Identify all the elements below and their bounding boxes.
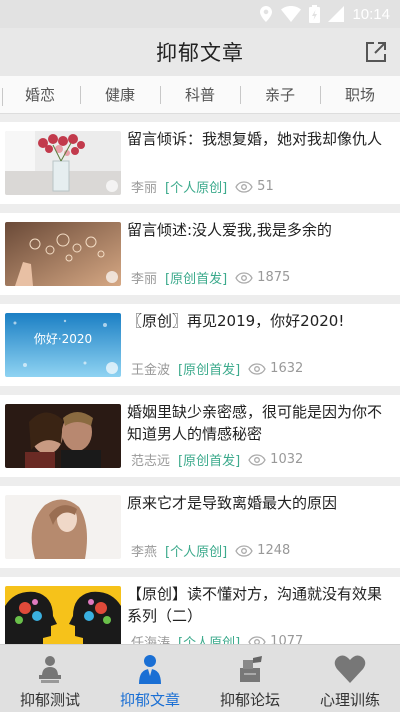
article-views: 1248 <box>235 543 290 558</box>
article-thumbnail <box>5 131 121 195</box>
flower-vase-image <box>5 131 121 195</box>
article-item[interactable]: 原来它才是导致离婚最大的原因 李燕 [个人原创] 1248 <box>0 486 400 568</box>
heads-gears-image <box>5 586 121 650</box>
article-thumbnail <box>5 222 121 286</box>
favorite-heart-icon <box>106 180 118 192</box>
thumbnail-caption: 你好·2020 <box>34 332 92 346</box>
article-thumbnail <box>5 495 121 559</box>
bottom-nav: 抑郁测试 抑郁文章 抑郁论坛 心理训练 <box>0 644 400 712</box>
article-title: 【原创】读不懂对方，沟通就没有效果系列（二） <box>127 585 383 625</box>
eye-icon <box>235 544 253 557</box>
article-item[interactable]: 留言倾述:没人爱我,我是多余的 李丽 [原创首发] 1875 <box>0 213 400 295</box>
article-meta: 范志远 [原创首发] 1032 <box>131 450 303 469</box>
favorite-heart-icon <box>106 271 118 283</box>
article-author: 范志远 <box>131 454 171 469</box>
nav-psych-training[interactable]: 心理训练 <box>300 645 400 712</box>
article-tag: [原创首发] <box>165 272 228 287</box>
article-author: 李丽 <box>131 272 158 287</box>
nav-label: 抑郁测试 <box>19 691 80 709</box>
view-count: 1875 <box>257 270 291 285</box>
article-person-icon <box>133 653 167 685</box>
tab-parenting[interactable]: 亲子 <box>240 84 320 106</box>
favorite-heart-icon <box>106 362 118 374</box>
article-tag: [原创首发] <box>178 363 241 378</box>
nav-depression-articles[interactable]: 抑郁文章 <box>100 645 200 712</box>
couple-image <box>5 404 121 468</box>
signal-icon <box>328 6 345 22</box>
title-bar: 抑郁文章 <box>0 28 400 76</box>
article-views: 51 <box>235 179 274 194</box>
location-icon <box>260 6 273 22</box>
eye-icon <box>248 362 266 375</box>
status-bar: 10:14 <box>0 0 400 28</box>
article-item[interactable]: 你好·2020 〖原创〗再见2019，你好2020! 王金波 [原创首发] 16… <box>0 304 400 386</box>
article-title: 婚姻里缺少亲密感，很可能是因为你不知道男人的情感秘密 <box>127 403 383 443</box>
view-count: 1248 <box>257 543 291 558</box>
nav-label: 心理训练 <box>319 691 380 709</box>
article-meta: 李丽 [原创首发] 1875 <box>131 268 290 287</box>
heart-icon <box>333 653 367 685</box>
eye-icon <box>235 180 253 193</box>
article-meta: 王金波 [原创首发] 1632 <box>131 359 303 378</box>
tab-workplace[interactable]: 职场 <box>320 84 400 106</box>
view-count: 1632 <box>270 361 304 376</box>
tab-health[interactable]: 健康 <box>80 84 160 106</box>
article-views: 1875 <box>235 270 290 285</box>
article-item[interactable]: 留言倾诉：我想复婚，她对我却像仇人 李丽 [个人原创] 51 <box>0 122 400 204</box>
article-thumbnail: 你好·2020 <box>5 313 121 377</box>
eye-icon <box>235 271 253 284</box>
nav-depression-forum[interactable]: 抑郁论坛 <box>200 645 300 712</box>
view-count: 1032 <box>270 452 304 467</box>
article-thumbnail <box>5 404 121 468</box>
article-author: 李丽 <box>131 181 158 196</box>
bubbles-image <box>5 222 121 286</box>
article-tag: [个人原创] <box>165 181 228 196</box>
woman-hair-image <box>5 495 121 559</box>
article-list: 留言倾诉：我想复婚，她对我却像仇人 李丽 [个人原创] 51 留言倾述:没人爱我… <box>0 122 400 668</box>
article-title: 原来它才是导致离婚最大的原因 <box>127 494 338 512</box>
eye-icon <box>248 453 266 466</box>
nav-depression-test[interactable]: 抑郁测试 <box>0 645 100 712</box>
wifi-icon <box>281 6 302 22</box>
article-tag: [原创首发] <box>178 454 241 469</box>
tab-marriage[interactable]: 婚恋 <box>0 84 80 106</box>
article-author: 李燕 <box>131 545 158 560</box>
article-meta: 李丽 [个人原创] 51 <box>131 177 274 196</box>
battery-icon <box>309 5 321 23</box>
new-year-image: 你好·2020 <box>5 313 121 377</box>
article-thumbnail <box>5 586 121 650</box>
article-tag: [个人原创] <box>165 545 228 560</box>
article-meta: 李燕 [个人原创] 1248 <box>131 541 290 560</box>
nav-label: 抑郁文章 <box>119 691 180 709</box>
tab-science[interactable]: 科普 <box>160 84 240 106</box>
article-views: 1032 <box>248 452 303 467</box>
clock-time: 10:14 <box>352 5 390 23</box>
forum-icon <box>233 653 267 685</box>
article-title: 留言倾述:没人爱我,我是多余的 <box>127 221 332 239</box>
nav-label: 抑郁论坛 <box>219 691 280 709</box>
article-title: 留言倾诉：我想复婚，她对我却像仇人 <box>127 130 383 148</box>
article-item[interactable]: 婚姻里缺少亲密感，很可能是因为你不知道男人的情感秘密 范志远 [原创首发] 10… <box>0 395 400 477</box>
test-person-icon <box>33 653 67 685</box>
article-views: 1632 <box>248 361 303 376</box>
share-icon[interactable] <box>364 40 388 64</box>
category-tabs: 婚恋 健康 科普 亲子 职场 <box>0 76 400 114</box>
article-title: 〖原创〗再见2019，你好2020! <box>127 312 345 330</box>
article-author: 王金波 <box>131 363 171 378</box>
view-count: 51 <box>257 179 274 194</box>
page-title: 抑郁文章 <box>156 41 244 65</box>
